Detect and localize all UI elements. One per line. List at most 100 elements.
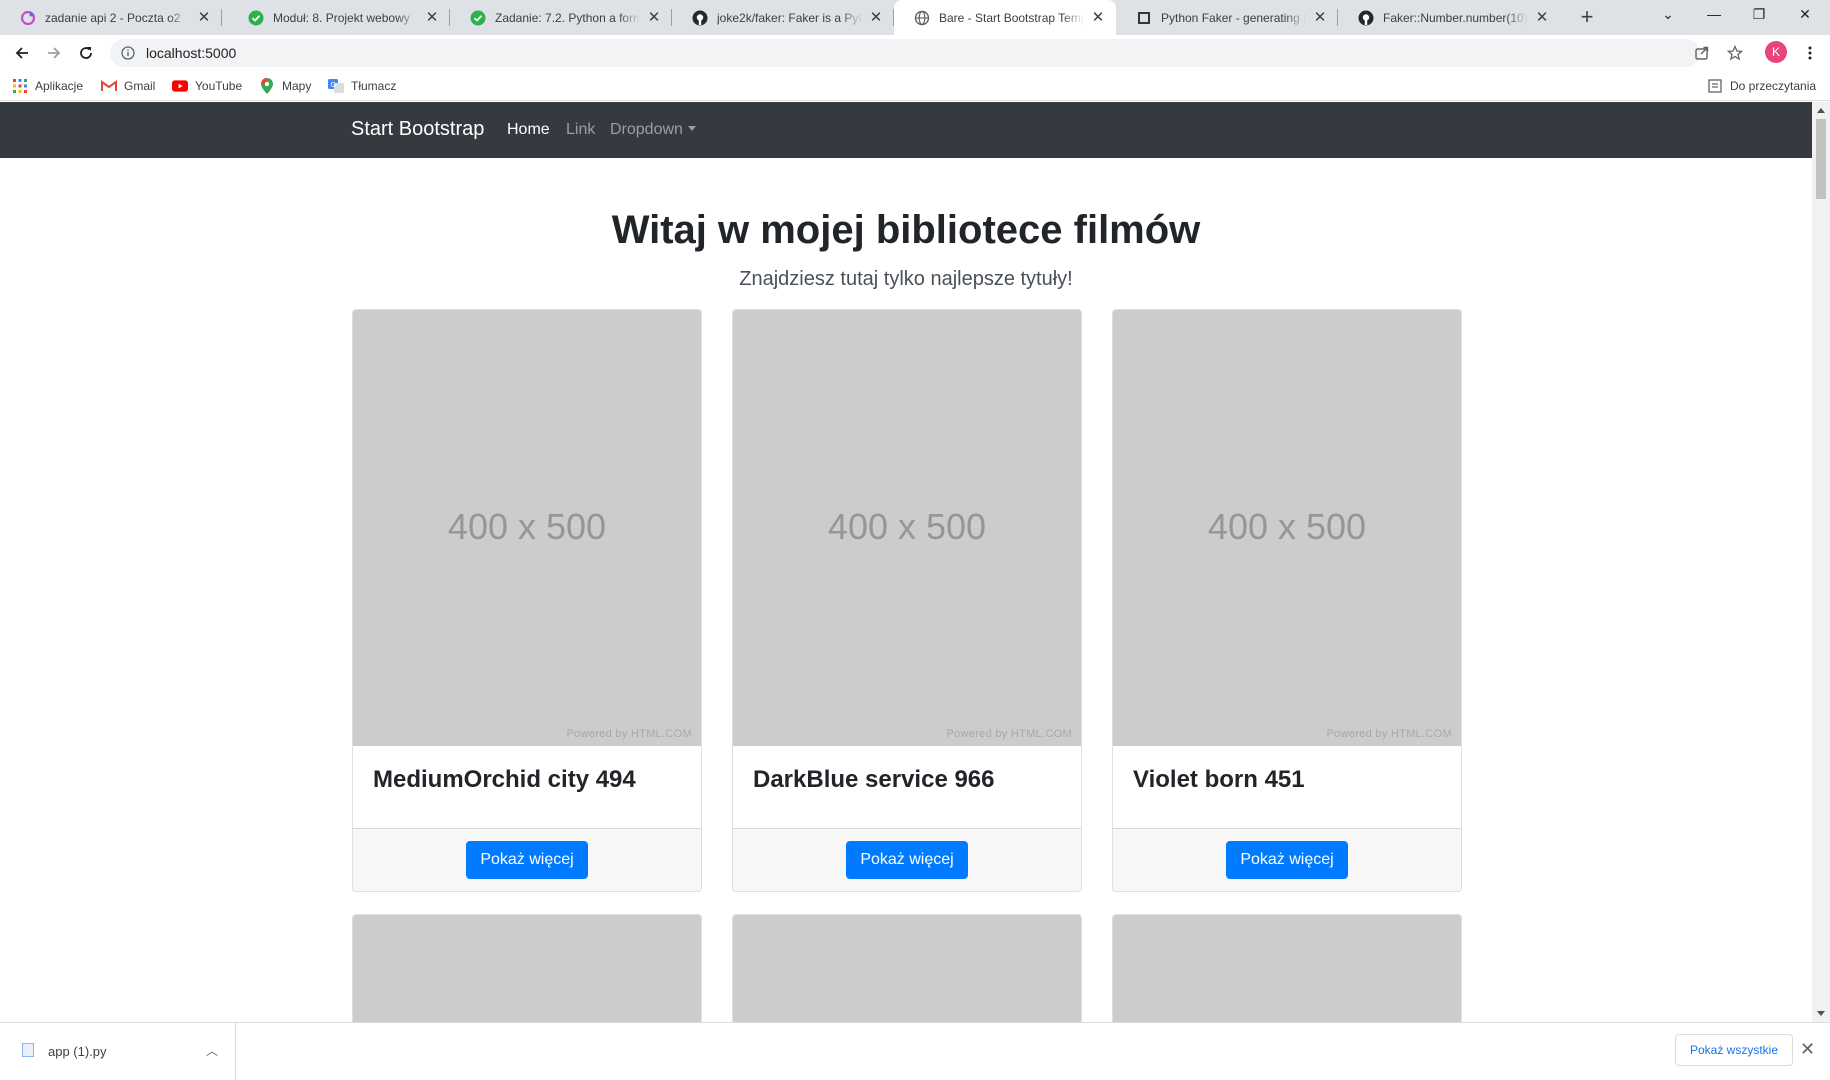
reading-list-label: Do przeczytania [1730,79,1817,93]
show-all-downloads-button[interactable]: Pokaż wszystkie [1675,1034,1793,1066]
scroll-up-arrow-icon[interactable] [1817,108,1825,113]
minimize-button[interactable]: — [1692,0,1736,30]
navbar-brand[interactable]: Start Bootstrap [351,118,484,141]
tab-faker-github[interactable]: joke2k/faker: Faker is a Python ✕ [672,0,894,35]
placeholder-image: 400 x 500 Powered by HTML.COM [353,310,701,746]
tab-title: Bare - Start Bootstrap Template [939,10,1084,25]
placeholder-image [353,915,701,1022]
placeholder-size: 400 x 500 [447,506,607,547]
nav-dropdown[interactable]: Dropdown [610,121,696,139]
forward-button[interactable] [40,39,68,67]
youtube-icon [172,78,188,94]
share-button[interactable] [1688,39,1716,67]
tab-poczta-o2[interactable]: zadanie api 2 - Poczta o2 ✕ [0,0,222,35]
bookmark-mapy[interactable]: Mapy [259,77,311,95]
tab-search-chevron-icon[interactable]: ⌄ [1646,0,1690,30]
check-circle-icon [248,10,264,26]
bookmark-tlumacz[interactable]: G Tłumacz [328,77,396,95]
github-icon [1358,10,1374,26]
show-more-button[interactable]: Pokaż więcej [466,841,588,879]
translate-icon: G [328,78,344,94]
placeholder-size: 400 x 500 [1207,506,1367,547]
nav-dropdown-label: Dropdown [610,121,683,138]
close-tab-icon[interactable]: ✕ [1534,9,1550,26]
placeholder-size: 400 x 500 [827,506,987,547]
close-tab-icon[interactable]: ✕ [1090,9,1106,26]
python-file-icon [22,1043,34,1057]
card-title: DarkBlue service 966 [753,766,995,793]
page-viewport: Start Bootstrap Home Link Dropdown Witaj… [0,102,1830,1022]
bookmark-star-button[interactable] [1721,39,1749,67]
chevron-up-icon[interactable]: ︿ [206,1042,218,1059]
github-icon [692,10,708,26]
arrow-left-icon [15,47,28,59]
page-icon [1136,10,1152,26]
tab-projekt-webowy[interactable]: Moduł: 8. Projekt webowy ✕ [228,0,450,35]
scrollbar-thumb[interactable] [1816,119,1826,199]
card-title: Violet born 451 [1133,766,1305,793]
tab-title: zadanie api 2 - Poczta o2 [45,10,181,25]
globe-icon [914,10,930,26]
reading-list[interactable]: Do przeczytania [1707,77,1816,95]
placeholder-credit: Powered by HTML.COM [946,728,1072,740]
show-more-button[interactable]: Pokaż więcej [1226,841,1348,879]
check-circle-icon [470,10,486,26]
tab-title: joke2k/faker: Faker is a Python [717,10,862,25]
nav-home[interactable]: Home [507,121,550,139]
bookmark-label: Gmail [124,79,156,93]
movie-card: 400 x 500 Powered by HTML.COM Violet bor… [1112,309,1462,892]
show-more-button[interactable]: Pokaż więcej [846,841,968,879]
close-tab-icon[interactable]: ✕ [1312,9,1328,26]
card-title: MediumOrchid city 494 [373,766,636,793]
movie-card [732,914,1082,1022]
movie-card [1112,914,1462,1022]
tab-faker-number[interactable]: Faker::Number.number(10) ge ✕ [1338,0,1560,35]
page-scrollbar[interactable] [1812,102,1830,1022]
download-filename: app (1).py [48,1044,107,1059]
movie-card: 400 x 500 Powered by HTML.COM MediumOrch… [352,309,702,892]
share-icon [1695,46,1709,60]
download-item[interactable]: app (1).py ︿ [0,1023,236,1080]
close-window-button[interactable]: ✕ [1783,0,1827,30]
close-tab-icon[interactable]: ✕ [646,9,662,26]
bookmark-gmail[interactable]: Gmail [101,77,155,95]
bookmark-label: YouTube [195,79,243,93]
tab-title: Zadanie: 7.2. Python a formaty [495,10,640,25]
close-tab-icon[interactable]: ✕ [196,9,212,26]
tab-title: Faker::Number.number(10) ge [1383,10,1528,25]
placeholder-image [1113,915,1461,1022]
profile-avatar[interactable]: K [1765,41,1787,63]
placeholder-image: 400 x 500 Powered by HTML.COM [733,310,1081,746]
tab-bare-start-bootstrap[interactable]: Bare - Start Bootstrap Template ✕ [894,0,1116,35]
reload-button[interactable] [72,39,100,67]
movie-card: 400 x 500 Powered by HTML.COM DarkBlue s… [732,309,1082,892]
tab-python-faker[interactable]: Python Faker - generating fake ✕ [1116,0,1338,35]
browser-toolbar: localhost:5000 K [0,35,1830,71]
nav-link[interactable]: Link [566,121,595,139]
close-tab-icon[interactable]: ✕ [868,9,884,26]
placeholder-credit: Powered by HTML.COM [1326,728,1452,740]
close-tab-icon[interactable]: ✕ [424,9,440,26]
site-info-icon[interactable] [120,45,136,61]
back-button[interactable] [8,39,36,67]
svg-text:G: G [331,81,336,89]
bookmark-youtube[interactable]: YouTube [172,77,242,95]
reload-icon [80,47,92,59]
movie-card [352,914,702,1022]
placeholder-image: 400 x 500 Powered by HTML.COM [1113,310,1461,746]
address-text: localhost:5000 [146,45,237,61]
placeholder-credit: Powered by HTML.COM [566,728,692,740]
address-bar[interactable]: localhost:5000 [110,39,1700,67]
tab-python-formaty[interactable]: Zadanie: 7.2. Python a formaty ✕ [450,0,672,35]
bookmarks-bar: Aplikacje Gmail YouTube Mapy G Tłumacz D… [0,71,1830,101]
close-shelf-icon[interactable]: ✕ [1800,1040,1815,1058]
new-tab-button[interactable]: + [1573,5,1601,31]
apps-grid-icon [12,78,28,94]
tab-title: Python Faker - generating fake [1161,10,1306,25]
bookmark-aplikacje[interactable]: Aplikacje [12,77,83,95]
scroll-down-arrow-icon[interactable] [1817,1011,1825,1016]
bookmark-label: Mapy [282,79,312,93]
arrow-right-icon [48,47,61,59]
menu-button[interactable] [1796,39,1824,67]
restore-button[interactable]: ❐ [1737,0,1781,30]
